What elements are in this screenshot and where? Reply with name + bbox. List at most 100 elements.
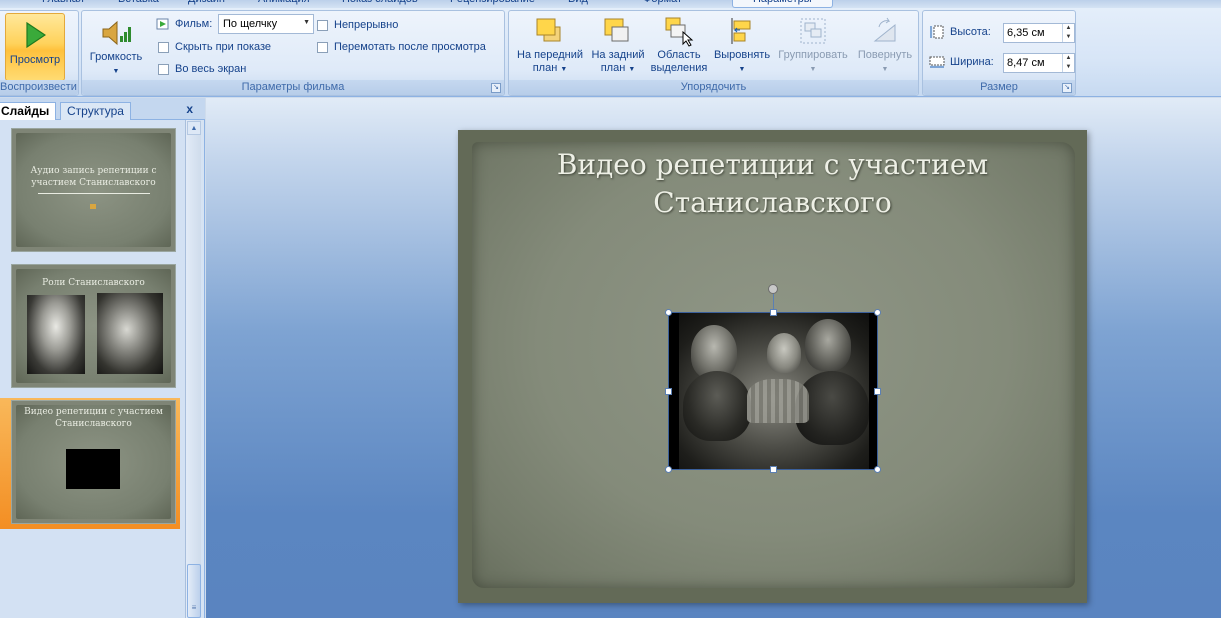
dropdown-arrow-icon: ▼ [303, 19, 310, 26]
slide-title[interactable]: Видео репетиции с участием Станиславског… [458, 146, 1087, 222]
group-objects-icon [800, 18, 826, 44]
align-button[interactable]: Выровнять ▼ [711, 15, 773, 76]
width-spinner[interactable]: 8,47 см ▲ ▼ [1003, 53, 1075, 73]
panel-tabs: Слайды Структура x [0, 98, 205, 120]
panel-scrollbar[interactable]: ▲ ≡ [185, 120, 201, 618]
slide-canvas[interactable]: Видео репетиции с участием Станиславског… [458, 130, 1087, 603]
slide-preview[interactable]: Роли Станиславского [11, 264, 176, 388]
dialog-launcher-icon[interactable]: ↘ [1062, 83, 1072, 93]
group-objects-button[interactable]: Группировать ▼ [774, 15, 852, 76]
ribbon: Просмотр Воспроизвести Громкость ▼ Фильм… [0, 8, 1221, 97]
tab-slideshow[interactable]: Показ слайдов [342, 0, 418, 8]
chevron-down-icon: ▼ [112, 68, 120, 75]
group-movie-options-label: Параметры фильма [82, 80, 504, 95]
video-object[interactable] [665, 284, 881, 473]
ribbon-tab-strip: Главная Вставка Дизайн Анимация Показ сл… [0, 0, 1221, 8]
audio-divider [38, 193, 150, 194]
width-value: 8,47 см [1007, 57, 1045, 69]
resize-handle-ne[interactable] [874, 309, 881, 316]
tab-home[interactable]: Главная [42, 0, 84, 8]
tab-options[interactable]: Параметры [732, 0, 833, 8]
close-icon[interactable]: x [186, 102, 193, 116]
scrollbar-thumb[interactable]: ≡ [187, 564, 201, 618]
tab-view[interactable]: Вид [568, 0, 588, 8]
send-to-back-button[interactable]: На задний план ▼ [588, 15, 648, 76]
loop-checkbox[interactable]: Непрерывно [317, 19, 398, 31]
width-label: Ширина: [950, 56, 994, 68]
chevron-down-icon: ▼ [881, 66, 889, 73]
scroll-up-icon[interactable]: ▲ [187, 121, 201, 135]
speaker-volume-icon [102, 20, 131, 46]
rotate-label: Повернуть [857, 49, 913, 61]
slide-background [16, 133, 171, 247]
tab-animation[interactable]: Анимация [258, 0, 310, 8]
slide-thumbnail-list: Аудио запись репетиции с участием Станис… [0, 120, 185, 618]
checkbox-box [317, 41, 328, 53]
rotation-handle-icon[interactable] [768, 284, 778, 294]
resize-handle-s[interactable] [770, 466, 777, 473]
resize-handle-sw[interactable] [665, 466, 672, 473]
slide-thumb-title: Аудио запись репетиции с участием Станис… [30, 166, 157, 188]
volume-label: Громкость [89, 51, 143, 63]
front-line2: план [532, 62, 558, 74]
resize-handle-n[interactable] [770, 309, 777, 316]
checkbox-box [317, 19, 328, 31]
rotate-icon [873, 17, 896, 42]
align-icon [731, 18, 751, 44]
video-figure [767, 333, 801, 373]
tab-review[interactable]: Рецензирование [450, 0, 535, 8]
height-spinner[interactable]: 6,35 см ▲ ▼ [1003, 23, 1075, 43]
movie-start-row: Фильм: [156, 17, 212, 31]
video-placeholder [66, 449, 120, 489]
slide-thumb-title: Видео репетиции с участием Станиславског… [24, 407, 163, 429]
shape-width-icon [929, 56, 945, 68]
align-label: Выровнять [713, 49, 771, 61]
resize-handle-se[interactable] [874, 466, 881, 473]
group-arrange: На передний план ▼ На задний план ▼ Обла… [508, 10, 919, 96]
front-line1: На передний [517, 49, 583, 61]
fullscreen-checkbox[interactable]: Во весь экран [158, 63, 246, 75]
tab-insert[interactable]: Вставка [118, 0, 159, 8]
preview-button[interactable]: Просмотр [5, 13, 65, 81]
width-row: Ширина: [929, 55, 994, 69]
selection-pane-button[interactable]: Область выделения [648, 15, 710, 75]
tab-outline[interactable]: Структура [60, 102, 131, 120]
back-line1: На задний [591, 49, 645, 61]
volume-button[interactable]: Громкость ▼ [85, 17, 147, 78]
hide-while-not-playing-checkbox[interactable]: Скрыть при показе [158, 41, 271, 53]
tab-format[interactable]: Формат [643, 0, 682, 8]
resize-handle-nw[interactable] [665, 309, 672, 316]
sound-icon [90, 204, 96, 209]
chevron-down-icon: ▼ [809, 66, 817, 73]
spinner-arrows-icon[interactable]: ▲ ▼ [1062, 24, 1074, 42]
dialog-launcher-icon[interactable]: ↘ [491, 83, 501, 93]
group-playback: Просмотр Воспроизвести [0, 10, 79, 96]
bring-forward-icon [536, 18, 561, 42]
back-line2: план [600, 62, 626, 74]
slide-preview[interactable]: Видео репетиции с участием Станиславског… [11, 400, 176, 524]
movie-start-select[interactable]: По щелчку ▼ [218, 14, 314, 34]
slide-workspace: Видео репетиции с участием Станиславског… [206, 98, 1221, 618]
video-frame-image[interactable] [669, 313, 877, 469]
selection-pane-icon [665, 17, 694, 47]
movie-start-value: По щелчку [223, 18, 278, 30]
selection-line2: выделения [650, 62, 708, 74]
tab-slides[interactable]: Слайды [0, 102, 57, 120]
group-size: Высота: 6,35 см ▲ ▼ Ширина: 8,47 см ▲ ▼ Ра… [922, 10, 1076, 96]
slide-preview[interactable]: Аудио запись репетиции с участием Станис… [11, 128, 176, 252]
hide-label: Скрыть при показе [175, 41, 272, 53]
checkbox-box [158, 41, 169, 53]
spinner-arrows-icon[interactable]: ▲ ▼ [1062, 54, 1074, 72]
resize-handle-e[interactable] [874, 388, 881, 395]
bring-to-front-button[interactable]: На передний план ▼ [513, 15, 587, 76]
video-figure [805, 319, 851, 371]
resize-handle-w[interactable] [665, 388, 672, 395]
tab-design[interactable]: Дизайн [188, 0, 225, 8]
rotate-button[interactable]: Повернуть ▼ [853, 15, 917, 76]
group-btn-label: Группировать [778, 49, 848, 61]
height-row: Высота: [929, 25, 991, 39]
rewind-checkbox[interactable]: Перемотать после просмотра [317, 41, 486, 53]
movie-label: Фильм: [175, 18, 213, 30]
rewind-label: Перемотать после просмотра [334, 41, 486, 53]
chevron-down-icon: ▼ [628, 66, 636, 73]
